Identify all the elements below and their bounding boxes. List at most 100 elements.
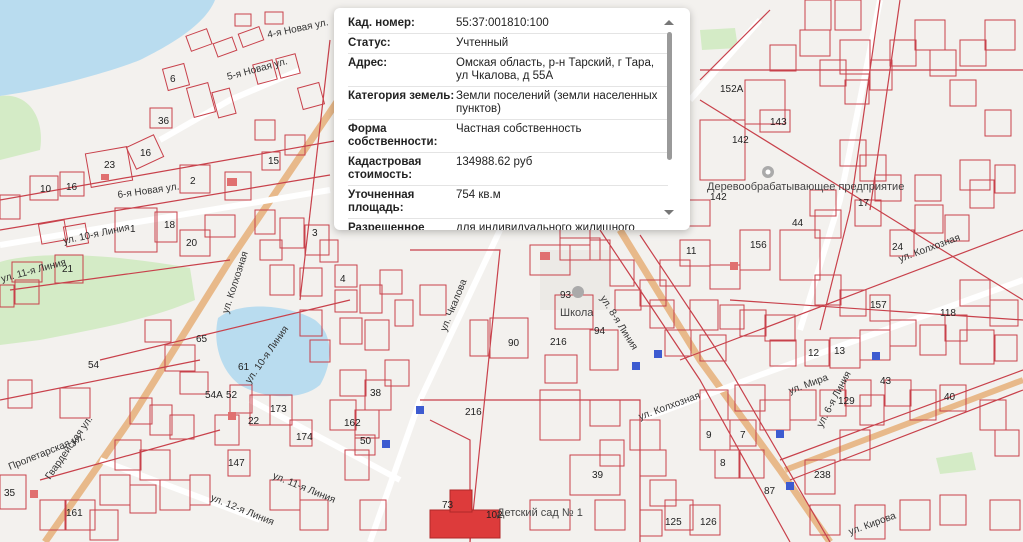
scroll-up-icon[interactable] <box>664 20 674 25</box>
svg-text:142: 142 <box>710 192 727 203</box>
row-key: Форма собственности: <box>348 123 438 148</box>
svg-text:ул. Колхозная: ул. Колхозная <box>637 390 701 422</box>
svg-text:142: 142 <box>732 135 749 146</box>
svg-text:8: 8 <box>720 458 726 469</box>
row-key: Категория земель: <box>348 90 455 102</box>
svg-text:52: 52 <box>226 390 238 401</box>
row-value: для индивидуального жилищного <box>456 222 635 230</box>
svg-text:73: 73 <box>442 500 454 511</box>
row-value: Частная собственность <box>456 123 582 135</box>
svg-text:61: 61 <box>238 362 250 373</box>
svg-text:23: 23 <box>104 160 116 171</box>
lake-water <box>0 0 215 96</box>
svg-text:1: 1 <box>130 224 136 235</box>
parcel-info-list: Кад. номер: 55:37:001810:100 Статус: Учт… <box>348 14 668 230</box>
svg-text:161: 161 <box>66 508 83 519</box>
svg-text:54: 54 <box>88 360 100 371</box>
svg-text:35: 35 <box>4 488 16 499</box>
row-value: 55:37:001810:100 <box>456 17 549 29</box>
svg-text:173: 173 <box>270 404 287 415</box>
scroll-thumb[interactable] <box>667 32 672 160</box>
svg-text:44: 44 <box>792 218 804 229</box>
kindergarten-building-2 <box>449 489 473 513</box>
svg-text:16: 16 <box>66 182 78 193</box>
svg-text:157: 157 <box>870 300 887 311</box>
row-value: 134988.62 руб <box>456 156 533 168</box>
row-cadastral-number: Кад. номер: 55:37:001810:100 <box>348 14 668 34</box>
park-area-3 <box>936 452 976 474</box>
svg-text:54А: 54А <box>205 390 223 401</box>
svg-text:216: 216 <box>550 337 567 348</box>
row-cadastral-value: Кадастровая стоимость: 134988.62 руб <box>348 153 668 186</box>
svg-text:3: 3 <box>312 228 318 239</box>
svg-text:ул. 12-я Линия: ул. 12-я Линия <box>209 493 276 528</box>
svg-text:ул. 8-я Линия: ул. 8-я Линия <box>597 294 639 352</box>
svg-text:87: 87 <box>764 486 776 497</box>
row-value: Земли поселений (земли населенных пункто… <box>456 90 658 115</box>
svg-text:174: 174 <box>296 432 313 443</box>
svg-text:6-я Новая ул.: 6-я Новая ул. <box>117 181 180 201</box>
map-pin-icon[interactable] <box>762 166 774 178</box>
svg-text:20: 20 <box>186 238 198 249</box>
svg-text:12: 12 <box>808 348 820 359</box>
svg-text:11: 11 <box>686 246 697 257</box>
park-area-4 <box>700 28 738 50</box>
row-address: Адрес: Омская область, р-н Тарский, г Та… <box>348 54 668 87</box>
row-value: Учтенный <box>456 37 509 49</box>
factory-label[interactable]: Деревообрабатывающее предприятие <box>707 181 904 193</box>
svg-text:4-я Новая ул.: 4-я Новая ул. <box>266 17 329 41</box>
row-key: Кад. номер: <box>348 17 415 29</box>
svg-text:93: 93 <box>560 290 572 301</box>
row-area: Уточненная площадь: 754 кв.м <box>348 186 668 219</box>
svg-text:4: 4 <box>340 274 346 285</box>
svg-text:65: 65 <box>196 334 208 345</box>
school-icon[interactable] <box>572 286 584 298</box>
svg-text:40: 40 <box>944 392 956 403</box>
svg-text:ул. Колхозная: ул. Колхозная <box>897 232 961 264</box>
svg-text:162: 162 <box>344 418 361 429</box>
row-key: Разрешенное <box>348 222 425 230</box>
svg-text:90: 90 <box>508 338 520 349</box>
svg-text:9: 9 <box>706 430 712 441</box>
svg-text:ул. 11-я Линия: ул. 11-я Линия <box>271 471 337 506</box>
svg-text:ул. Колхозная: ул. Колхозная <box>220 250 250 315</box>
svg-text:118: 118 <box>940 308 956 319</box>
svg-text:94: 94 <box>594 326 606 337</box>
parcel-info-popup[interactable]: Кад. номер: 55:37:001810:100 Статус: Учт… <box>334 8 690 230</box>
row-key: Уточненная площадь: <box>348 189 415 214</box>
svg-text:216: 216 <box>465 407 482 418</box>
svg-text:238: 238 <box>814 470 831 481</box>
svg-text:15: 15 <box>268 156 280 167</box>
svg-text:16: 16 <box>140 148 152 159</box>
svg-text:38: 38 <box>370 388 382 399</box>
svg-text:ул. Мира: ул. Мира <box>787 372 830 397</box>
svg-text:147: 147 <box>228 458 245 469</box>
svg-text:17: 17 <box>858 198 870 209</box>
popup-scrollbar[interactable] <box>664 18 674 218</box>
school-label[interactable]: Школа <box>560 307 594 319</box>
svg-text:152А: 152А <box>720 84 744 95</box>
kindergarten-label[interactable]: Детский сад № 1 <box>497 507 583 519</box>
row-key: Адрес: <box>348 57 388 69</box>
svg-text:156: 156 <box>750 240 767 251</box>
svg-text:7: 7 <box>740 430 746 441</box>
svg-text:43: 43 <box>880 376 892 387</box>
svg-text:36: 36 <box>158 116 170 127</box>
svg-text:143: 143 <box>770 117 787 128</box>
svg-text:10: 10 <box>40 184 52 195</box>
scroll-down-icon[interactable] <box>664 210 674 215</box>
svg-text:2: 2 <box>190 176 196 187</box>
svg-text:6: 6 <box>170 74 176 85</box>
svg-text:39: 39 <box>592 470 604 481</box>
row-key: Статус: <box>348 37 391 49</box>
row-permitted-use: Разрешенное для индивидуального жилищног… <box>348 219 668 230</box>
svg-text:24: 24 <box>892 242 904 253</box>
row-key: Кадастровая стоимость: <box>348 156 422 181</box>
svg-text:50: 50 <box>360 436 372 447</box>
svg-text:125: 125 <box>665 517 682 528</box>
row-ownership: Форма собственности: Частная собственнос… <box>348 120 668 153</box>
park-area-2 <box>0 95 41 160</box>
svg-text:22: 22 <box>248 416 260 427</box>
row-land-category: Категория земель: Земли поселений (земли… <box>348 87 668 120</box>
row-value: 754 кв.м <box>456 189 501 201</box>
